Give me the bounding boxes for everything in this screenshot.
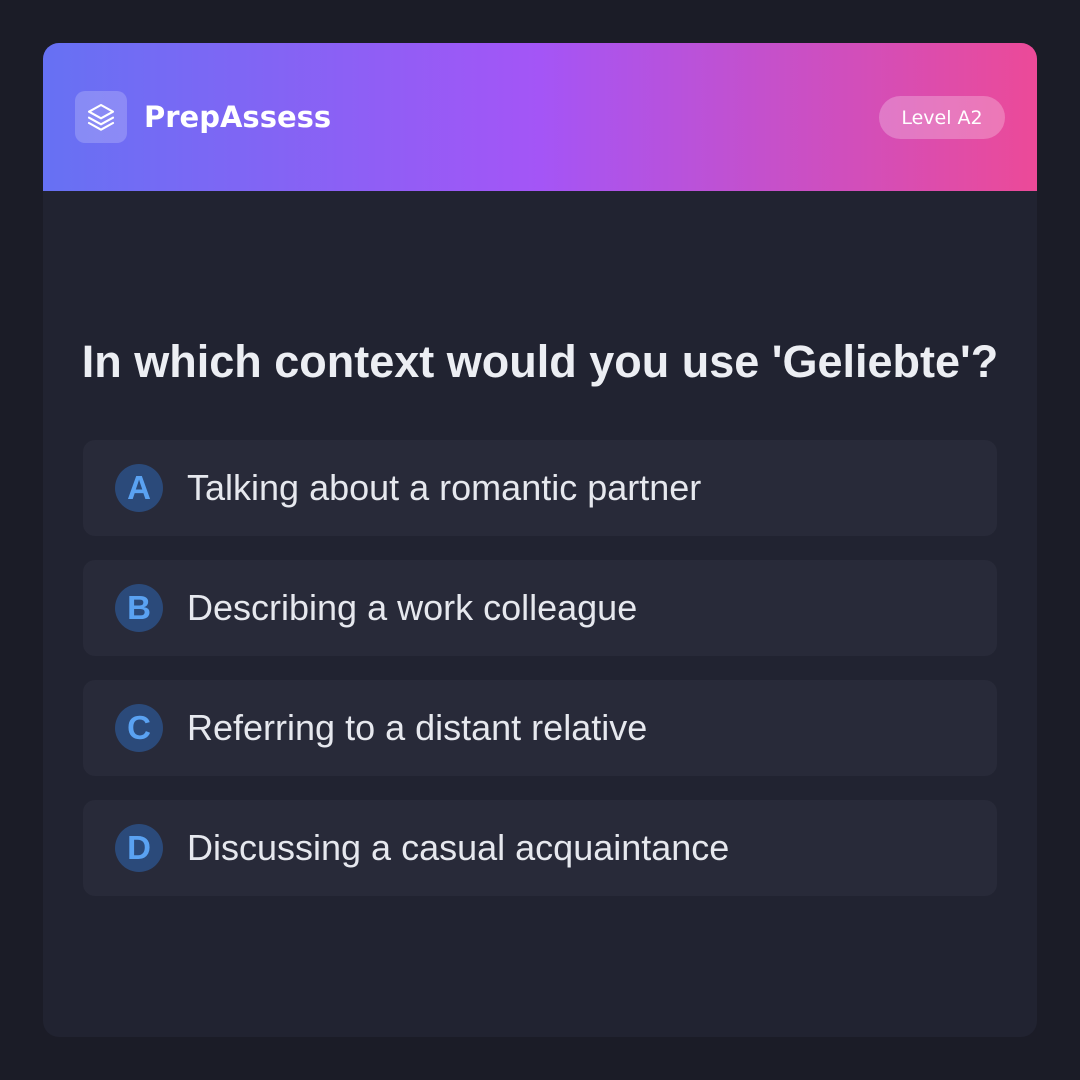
option-text: Discussing a casual acquaintance bbox=[187, 827, 730, 868]
option-text: Describing a work colleague bbox=[187, 587, 638, 628]
quiz-card: PrepAssess Level A2 In which context wou… bbox=[43, 43, 1037, 1037]
level-badge: Level A2 bbox=[879, 96, 1005, 139]
option-text: Talking about a romantic partner bbox=[187, 467, 702, 508]
option-a[interactable]: A Talking about a romantic partner bbox=[83, 440, 997, 536]
option-letter: B bbox=[115, 584, 163, 632]
option-text: Referring to a distant relative bbox=[187, 707, 648, 748]
question-text: In which context would you use 'Geliebte… bbox=[81, 336, 999, 387]
option-c[interactable]: C Referring to a distant relative bbox=[83, 680, 997, 776]
option-letter: C bbox=[115, 704, 163, 752]
logo bbox=[75, 91, 127, 143]
option-b[interactable]: B Describing a work colleague bbox=[83, 560, 997, 656]
header-bar: PrepAssess Level A2 bbox=[43, 43, 1037, 191]
brand-name: PrepAssess bbox=[144, 100, 332, 134]
layers-icon bbox=[87, 103, 115, 131]
option-d[interactable]: D Discussing a casual acquaintance bbox=[83, 800, 997, 896]
option-letter: D bbox=[115, 824, 163, 872]
option-letter: A bbox=[115, 464, 163, 512]
